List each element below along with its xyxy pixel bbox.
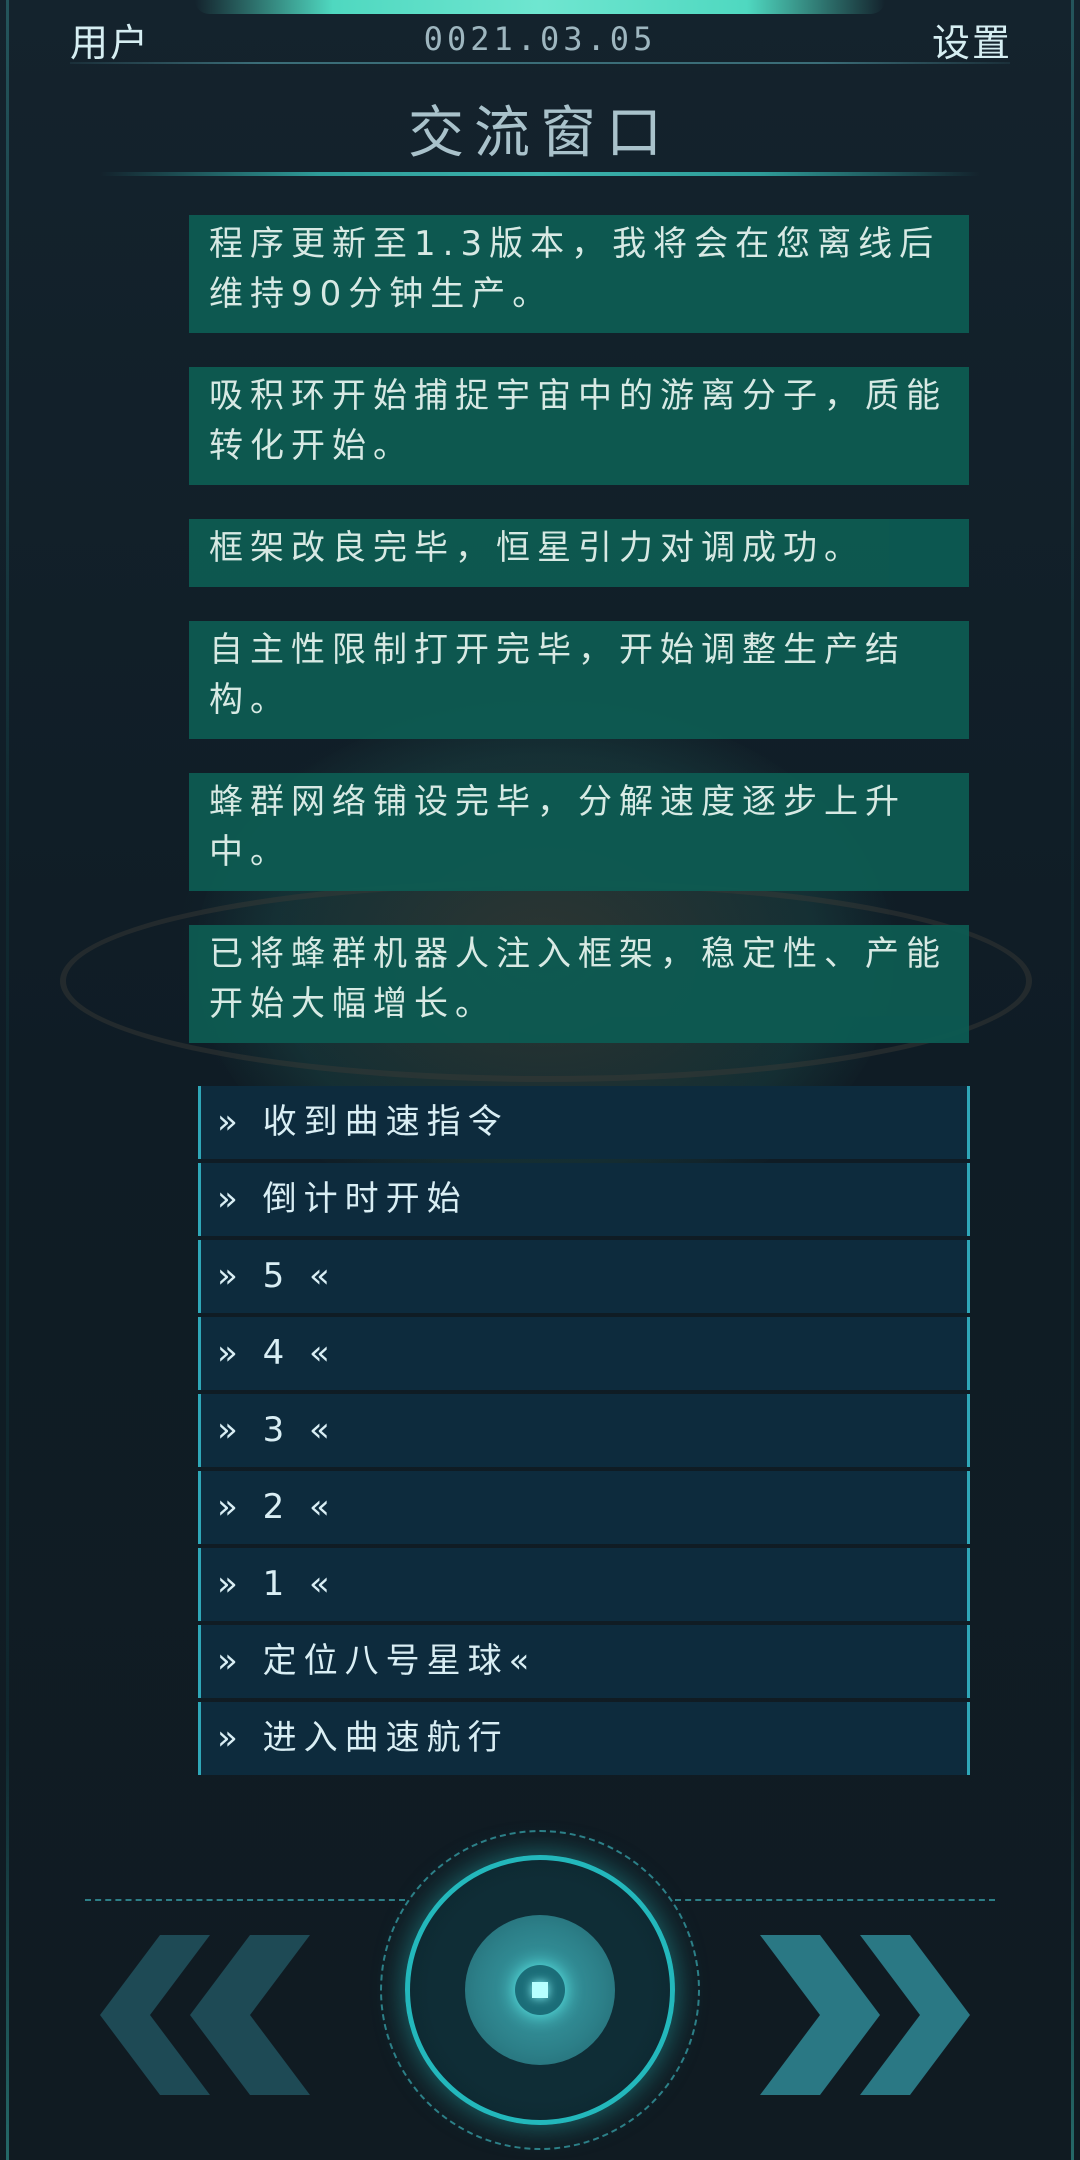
- message-item: 框架改良完毕，恒星引力对调成功。: [189, 519, 969, 587]
- command-item: » 4 «: [198, 1317, 970, 1390]
- command-item: » 倒计时开始: [198, 1163, 970, 1236]
- message-item: 吸积环开始捕捉宇宙中的游离分子，质能转化开始。: [189, 367, 969, 485]
- command-item: » 3 «: [198, 1394, 970, 1467]
- next-button[interactable]: [760, 1935, 970, 2095]
- double-chevron-left-icon: [100, 1935, 310, 2095]
- command-item: » 2 «: [198, 1471, 970, 1544]
- core-button-inner: [465, 1915, 615, 2065]
- core-dot: [532, 1982, 548, 1998]
- game-screen: 用户 0021.03.05 设置 交流窗口 程序更新至1.3版本，我将会在您离线…: [0, 0, 1080, 2160]
- right-dashed-line: [675, 1899, 995, 1901]
- date-display: 0021.03.05: [423, 20, 657, 58]
- command-log: » 收到曲速指令 » 倒计时开始 » 5 « » 4 « » 3 « » 2 «…: [198, 1086, 970, 1779]
- command-item: » 定位八号星球«: [198, 1625, 970, 1698]
- left-dashed-line: [85, 1899, 405, 1901]
- page-title: 交流窗口: [408, 101, 672, 166]
- message-item: 程序更新至1.3版本，我将会在您离线后维持90分钟生产。: [189, 215, 969, 333]
- frame-right-border: [1071, 0, 1074, 2160]
- double-chevron-right-icon: [760, 1935, 970, 2095]
- frame-left-border: [6, 0, 9, 2160]
- top-glow-bar: [195, 0, 885, 14]
- settings-button[interactable]: 设置: [932, 12, 1012, 67]
- command-item: » 1 «: [198, 1548, 970, 1621]
- message-item: 已将蜂群机器人注入框架，稳定性、产能开始大幅增长。: [189, 925, 969, 1043]
- title-underline: [100, 172, 980, 176]
- message-item: 蜂群网络铺设完毕，分解速度逐步上升中。: [189, 773, 969, 891]
- core-button[interactable]: [405, 1855, 675, 2125]
- command-item: » 5 «: [198, 1240, 970, 1313]
- header-divider: [70, 62, 1010, 64]
- core-button-icon: [515, 1965, 565, 2015]
- previous-button[interactable]: [100, 1935, 310, 2095]
- command-item: » 进入曲速航行: [198, 1702, 970, 1775]
- message-list: 程序更新至1.3版本，我将会在您离线后维持90分钟生产。 吸积环开始捕捉宇宙中的…: [189, 215, 969, 1077]
- command-item: » 收到曲速指令: [198, 1086, 970, 1159]
- message-item: 自主性限制打开完毕，开始调整生产结构。: [189, 621, 969, 739]
